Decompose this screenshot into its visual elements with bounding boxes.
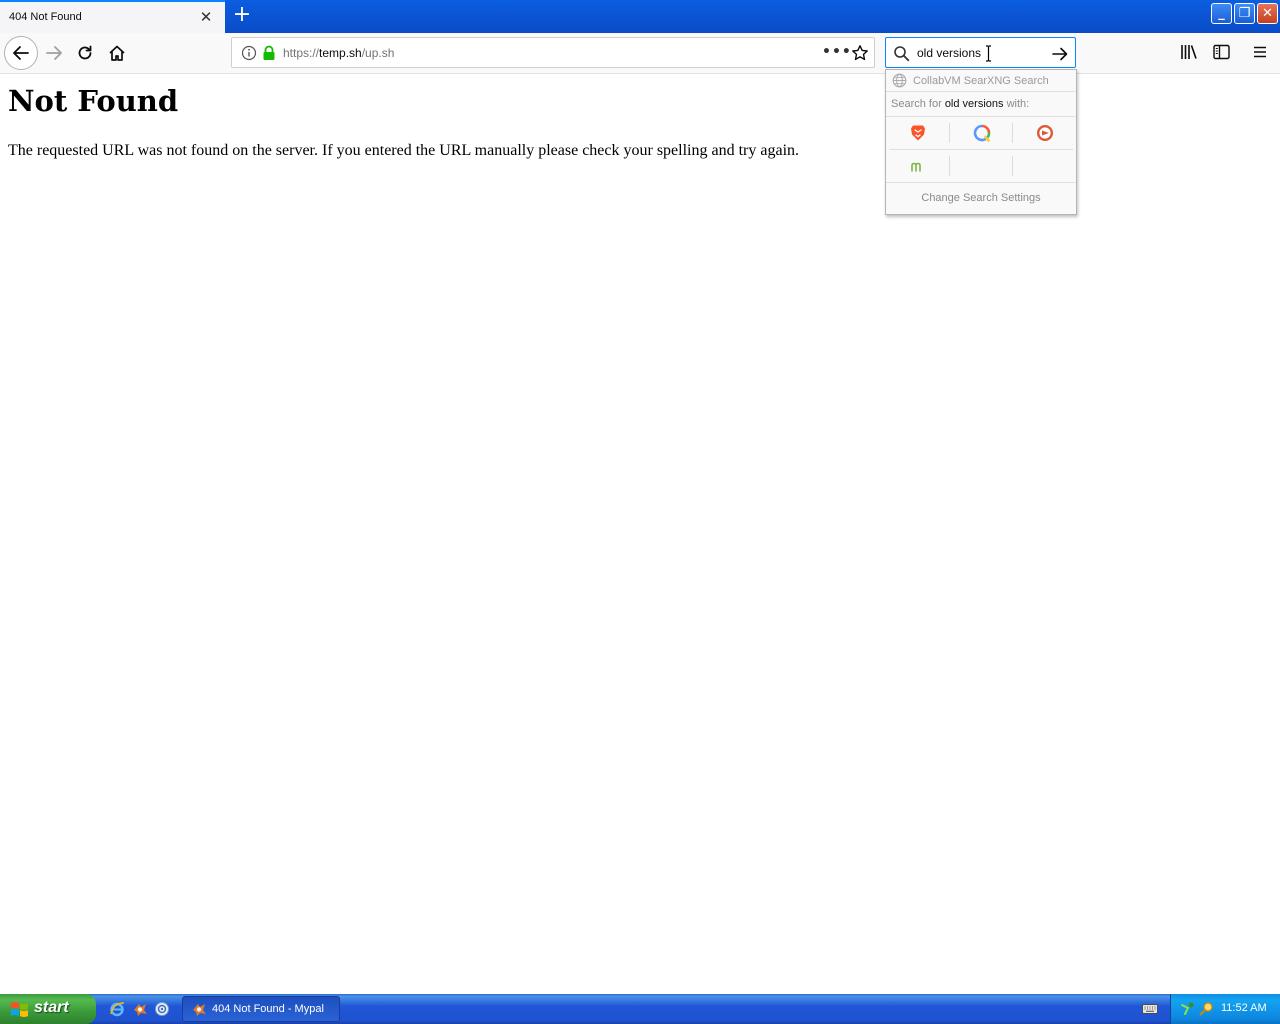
search-input[interactable]: old versions [917,46,981,60]
engine-button-brave[interactable] [886,117,949,149]
start-label: start [34,999,69,1016]
taskbar: start 404 Not Found - Mypal 11:52 AM [0,994,1280,1024]
brave-icon [910,125,925,141]
current-engine-header[interactable]: CollabVM SearXNG Search [886,70,1076,92]
page-heading: Not Found [8,84,179,118]
search-bar[interactable]: old versions [885,37,1076,68]
network-tray-icon[interactable] [1180,1001,1195,1016]
hamburger-menu-icon[interactable] [1252,44,1268,60]
mypal-window-icon [193,1004,206,1016]
search-for-label: Search for old versions with: [891,98,1029,110]
keyboard-language-icon[interactable] [1142,1003,1158,1015]
lock-icon[interactable] [262,45,276,61]
engine-button-duckduckgo[interactable] [1013,117,1076,149]
media-player-icon[interactable] [154,1001,170,1017]
search-icon[interactable] [893,45,910,62]
taskbar-window-label: 404 Not Found - Mypal [212,1003,324,1015]
change-search-settings-button[interactable]: Change Search Settings [886,182,1076,215]
engine-name: CollabVM SearXNG Search [913,75,1049,87]
engine-button-empty [950,150,1013,182]
url-bar[interactable]: https://temp.sh/up.sh ••• [231,37,875,68]
search-tray-icon[interactable] [1199,1001,1214,1016]
bookmark-star-icon[interactable] [851,44,869,62]
error-message: The requested URL was not found on the s… [8,142,800,159]
home-icon [109,45,125,61]
taskbar-window-button[interactable]: 404 Not Found - Mypal [182,996,340,1022]
library-icon[interactable] [1180,44,1198,60]
one-off-engines-grid [886,116,1076,181]
navigation-toolbar: https://temp.sh/up.sh ••• old versions [0,33,1280,74]
url-scheme: https:// [283,46,320,60]
search-for-suffix: with: [1003,98,1030,110]
engine-button-mojeek[interactable] [886,150,949,182]
search-go-arrow-icon[interactable] [1051,45,1069,63]
system-tray: 11:52 AM [1170,994,1280,1024]
back-button[interactable] [4,36,38,70]
page-actions-button[interactable]: ••• [822,44,852,60]
search-for-prefix: Search for [891,98,945,110]
mypal-browser-icon[interactable] [132,1001,148,1017]
window-close-button[interactable]: ✕ [1257,3,1278,24]
engine-button-qwant[interactable] [950,117,1013,149]
globe-icon [892,73,907,88]
back-arrow-icon [13,46,29,60]
internet-explorer-icon[interactable] [109,1001,125,1017]
windows-flag-icon [11,1002,28,1017]
sidebar-toggle-icon[interactable] [1213,44,1230,60]
restore-button[interactable]: ❐ [1234,3,1255,24]
url-path: /up.sh [361,46,395,60]
forward-button[interactable] [40,39,68,67]
text-cursor-icon [986,45,991,62]
reload-button[interactable] [71,39,99,67]
reload-icon [78,45,92,60]
forward-arrow-icon [46,46,62,60]
tab-title: 404 Not Found [9,11,82,23]
page-content: Not Found The requested URL was not foun… [0,75,1280,993]
clock: 11:52 AM [1221,1002,1267,1014]
qwant-icon [973,124,990,142]
url-text[interactable]: https://temp.sh/up.sh [283,46,394,60]
url-host: temp.sh [319,46,362,60]
start-button[interactable]: start [0,994,96,1024]
new-tab-button[interactable]: + [231,4,253,27]
home-button[interactable] [103,39,131,67]
search-for-query: old versions [944,98,1004,110]
tab-close-button[interactable]: ✕ [198,9,214,25]
minimize-button[interactable]: _ [1211,3,1232,24]
search-suggestions-popup: CollabVM SearXNG Search Search for old v… [885,69,1077,215]
engine-button-empty [1013,150,1076,182]
tab-strip: 404 Not Found ✕ + _ ❐ ✕ [0,0,1280,33]
tab-active[interactable]: 404 Not Found ✕ [0,0,225,33]
duckduckgo-icon [1036,125,1053,141]
info-icon[interactable] [241,45,257,61]
mojeek-icon [910,162,921,172]
